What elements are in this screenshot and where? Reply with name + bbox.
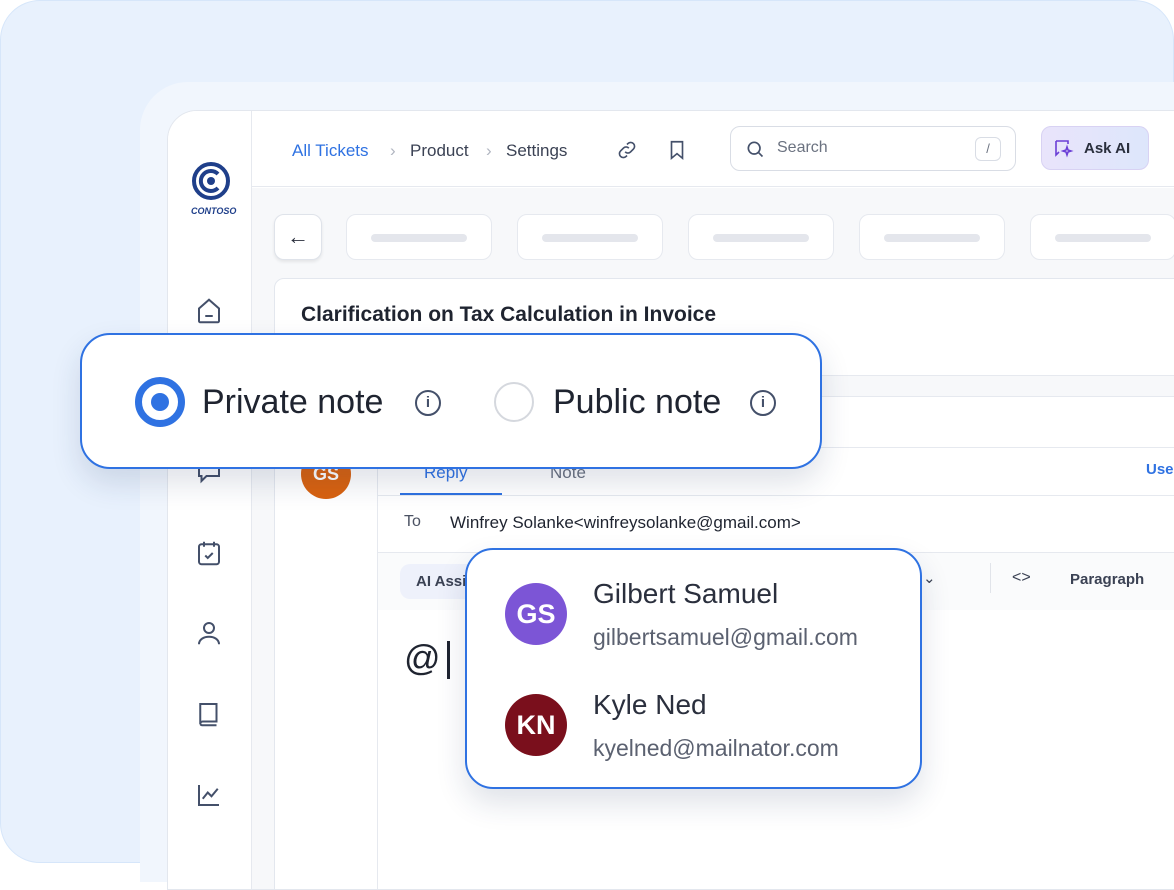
search-placeholder: Search [777, 139, 828, 156]
use-link[interactable]: Use [1146, 461, 1174, 478]
code-icon[interactable]: <> [1012, 569, 1031, 587]
mention-email: kyelned@mailnator.com [593, 735, 839, 761]
mention-popup: GS Gilbert Samuel gilbertsamuel@gmail.co… [465, 548, 922, 789]
mention-name: Gilbert Samuel [593, 578, 779, 609]
ask-ai-button[interactable]: Ask AI [1041, 126, 1149, 170]
breadcrumb-all-tickets[interactable]: All Tickets [292, 141, 369, 161]
to-field[interactable]: Winfrey Solanke<winfreysolanke@gmail.com… [450, 513, 801, 533]
user-icon[interactable] [194, 618, 224, 648]
ticket-title: Clarification on Tax Calculation in Invo… [301, 303, 717, 326]
logo-text: CONTOSO [191, 206, 237, 216]
editor-input[interactable]: @ [404, 637, 450, 680]
avatar: GS [505, 583, 567, 645]
format-dropdown[interactable]: ⌄ [923, 569, 936, 587]
mention-email: gilbertsamuel@gmail.com [593, 624, 858, 650]
link-icon[interactable] [616, 139, 638, 161]
logo[interactable]: CONTOSO [191, 161, 237, 216]
info-icon[interactable]: i [750, 390, 776, 416]
arrow-left-icon: ← [287, 224, 309, 249]
home-icon[interactable] [194, 296, 224, 326]
mention-item[interactable]: GS Gilbert Samuel gilbertsamuel@gmail.co… [467, 550, 917, 668]
paragraph-select[interactable]: Paragraph [1070, 571, 1144, 588]
sparkle-icon [1055, 140, 1074, 158]
calendar-check-icon[interactable] [194, 538, 224, 568]
contoso-logo-icon [192, 162, 230, 200]
book-icon[interactable] [194, 699, 224, 729]
header: All Tickets › Product › Settings Search … [252, 111, 1174, 187]
editor-text: @ [404, 637, 441, 678]
search-input[interactable]: Search / [730, 126, 1016, 171]
private-note-radio[interactable] [135, 377, 185, 427]
note-type-popup: Private note i Public note i [80, 333, 822, 469]
skeleton-tab [859, 214, 1005, 260]
breadcrumb-settings: Settings [506, 141, 568, 160]
info-icon[interactable]: i [415, 390, 441, 416]
bookmark-icon[interactable] [666, 139, 688, 161]
public-note-radio[interactable] [494, 382, 534, 422]
sidebar: CONTOSO [168, 111, 252, 889]
to-label: To [404, 513, 421, 530]
chart-icon[interactable] [194, 780, 224, 810]
back-button[interactable]: ← [274, 214, 322, 260]
private-note-label[interactable]: Private note [202, 383, 383, 422]
mention-item[interactable]: KN Kyle Ned kyelned@mailnator.com [467, 668, 917, 786]
skeleton-tab [1030, 214, 1174, 260]
public-note-label[interactable]: Public note [553, 383, 721, 422]
skeleton-tab [346, 214, 492, 260]
avatar: KN [505, 694, 567, 756]
skeleton-tab [517, 214, 663, 260]
search-shortcut: / [975, 137, 1001, 161]
mention-name: Kyle Ned [593, 689, 707, 720]
breadcrumb-product[interactable]: Product [410, 141, 469, 161]
ask-ai-label: Ask AI [1084, 140, 1131, 157]
skeleton-tab [688, 214, 834, 260]
search-icon [747, 141, 764, 158]
